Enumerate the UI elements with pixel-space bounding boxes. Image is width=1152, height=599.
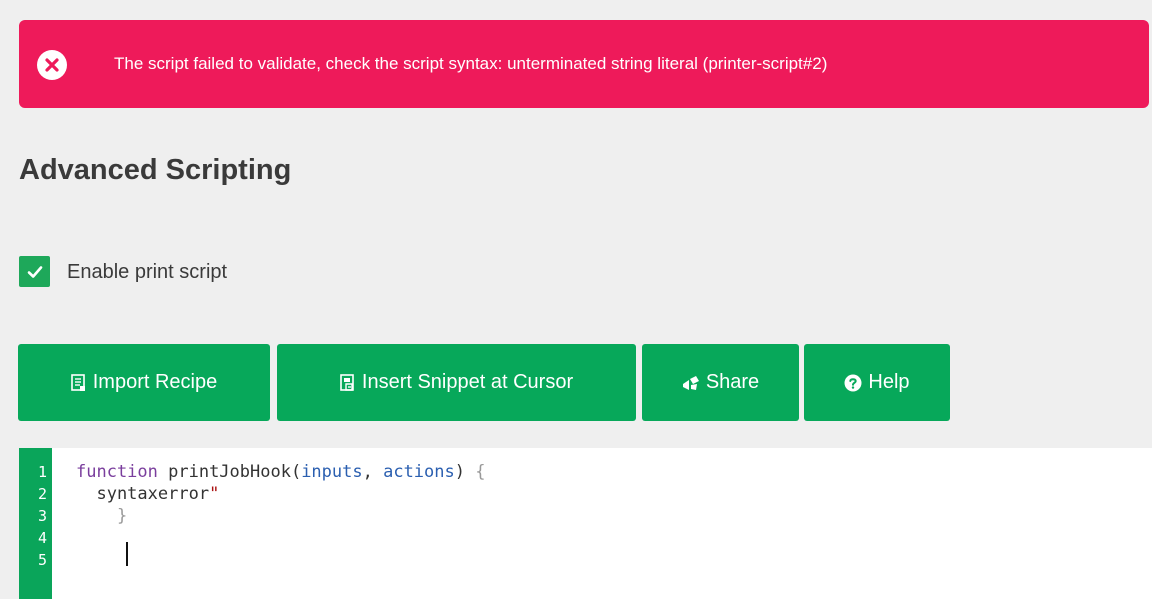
snippet-insert-icon <box>340 373 356 392</box>
code-param: inputs <box>301 462 363 482</box>
enable-print-script-checkbox[interactable] <box>19 256 50 287</box>
line-number: 3 <box>37 507 47 525</box>
import-recipe-button[interactable]: Import Recipe <box>18 344 270 421</box>
code-line-1: function printJobHook(inputs, actions) { <box>76 461 485 483</box>
share-label: Share <box>705 371 760 393</box>
code-keyword: function <box>76 462 158 482</box>
code-brace: { <box>475 462 486 482</box>
code-line-2: syntaxerror" <box>76 483 219 505</box>
question-circle-icon <box>844 374 862 392</box>
error-banner: The script failed to validate, check the… <box>19 20 1149 108</box>
code-close-paren: ) <box>454 462 476 482</box>
code-brace: } <box>76 506 128 526</box>
line-number: 1 <box>37 463 47 481</box>
line-number: 4 <box>37 529 47 547</box>
line-number: 2 <box>37 485 47 503</box>
code-line-3: } <box>76 505 127 527</box>
help-button[interactable]: Help <box>804 344 950 421</box>
code-param: actions <box>383 462 455 482</box>
share-button[interactable]: Share <box>642 344 799 421</box>
text-cursor <box>126 542 128 566</box>
import-recipe-label: Import Recipe <box>92 371 218 393</box>
line-number-gutter: 1 2 3 4 5 <box>19 448 52 599</box>
page-title: Advanced Scripting <box>19 154 292 186</box>
checkmark-icon <box>27 265 42 278</box>
enable-print-script-checkbox-row[interactable]: Enable print script <box>19 256 227 287</box>
code-editor[interactable]: 1 2 3 4 5 function printJobHook(inputs, … <box>19 448 1152 599</box>
error-message: The script failed to validate, check the… <box>114 54 828 73</box>
insert-snippet-button[interactable]: Insert Snippet at Cursor <box>277 344 636 421</box>
line-number: 5 <box>37 551 47 569</box>
code-separator: , <box>362 462 384 482</box>
code-string-quote: " <box>209 484 220 504</box>
code-function-name: printJobHook( <box>157 462 302 482</box>
x-circle-icon <box>37 50 67 80</box>
document-import-icon <box>70 373 87 392</box>
share-icon <box>682 375 700 391</box>
help-label: Help <box>868 371 910 393</box>
code-text: syntaxerror <box>76 484 210 504</box>
enable-print-script-label: Enable print script <box>67 260 228 283</box>
insert-snippet-label: Insert Snippet at Cursor <box>361 371 574 393</box>
page: The script failed to validate, check the… <box>0 0 1152 599</box>
